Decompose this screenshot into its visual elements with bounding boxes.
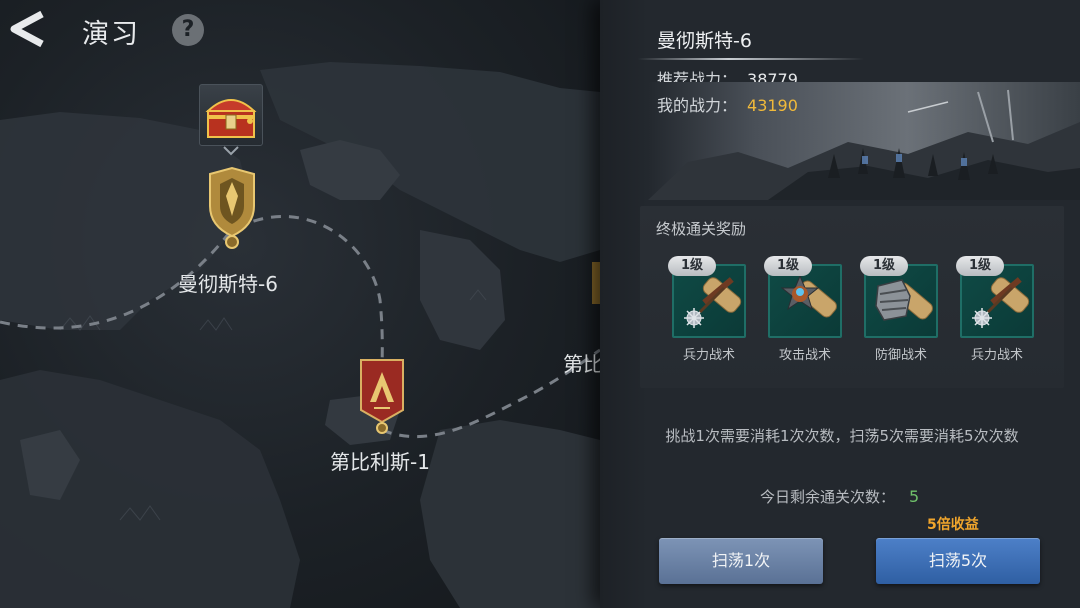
reward-level-badge: 1级 [764, 256, 812, 276]
reward-item[interactable]: 1级 防御战术 [860, 256, 940, 363]
back-arrow-icon [10, 10, 44, 48]
map-terrain [0, 62, 600, 608]
reward-name: 兵力战术 [682, 348, 735, 363]
stage-name: 曼彻斯特-6 [657, 30, 752, 52]
reward-title: 终极通关奖励 [656, 220, 747, 238]
sweep-5-button[interactable]: 扫荡5次 [876, 538, 1040, 584]
help-button[interactable]: ? [172, 14, 204, 46]
reward-level-badge: 1级 [668, 256, 716, 276]
reward-level-badge: 1级 [956, 256, 1004, 276]
remaining-attempts-row: 今日剩余通关次数： 5 [760, 486, 919, 507]
reward-level-badge: 1级 [860, 256, 908, 276]
remaining-attempts-label: 今日剩余通关次数： [760, 488, 896, 506]
stage-node-tbilisi[interactable] [358, 358, 406, 440]
back-button[interactable] [4, 6, 50, 52]
final-reward-box: 终极通关奖励 1级 兵力战术 1级 攻击战术 1级 防御战术 1级 兵力战术 [640, 206, 1064, 388]
sweep-1-button[interactable]: 扫荡1次 [659, 538, 823, 584]
chevron-down-icon [223, 146, 239, 156]
consume-note: 挑战1次需要消耗1次次数，扫荡5次需要消耗5次次数 [665, 427, 1019, 445]
gold-shield-icon [209, 166, 255, 249]
my-power-value: 43190 [747, 96, 798, 115]
page-title: 演习 [82, 19, 140, 50]
reward-item[interactable]: 1级 兵力战术 [956, 256, 1036, 363]
stage-detail-panel: 曼彻斯特-6 推荐战力： 38779 我的战力： 43190 终极通关奖励 1级… [600, 0, 1080, 608]
remaining-attempts-value: 5 [909, 487, 920, 506]
reward-item[interactable]: 1级 攻击战术 [764, 256, 844, 363]
stage-node-manchester[interactable] [204, 166, 260, 256]
reward-item[interactable]: 1级 兵力战术 [668, 256, 748, 363]
treasure-chest-icon[interactable] [199, 84, 263, 146]
my-power-row: 我的战力： 43190 [657, 92, 798, 116]
stage-node-label: 第比利斯-1 [330, 450, 430, 474]
reward-name: 兵力战术 [970, 348, 1023, 363]
bonus-label: 5倍收益 [927, 517, 979, 533]
title-divider [638, 58, 864, 60]
red-banner-icon [360, 359, 404, 434]
world-map[interactable]: 演习 ? 曼彻斯特-6 第比利斯-1 第比 [0, 0, 600, 608]
reward-name: 防御战术 [874, 348, 927, 363]
stage-node-label-partial: 第比 [563, 352, 600, 376]
reward-name: 攻击战术 [778, 348, 831, 363]
stage-node-label: 曼彻斯特-6 [178, 272, 278, 296]
my-power-label: 我的战力： [657, 96, 738, 115]
